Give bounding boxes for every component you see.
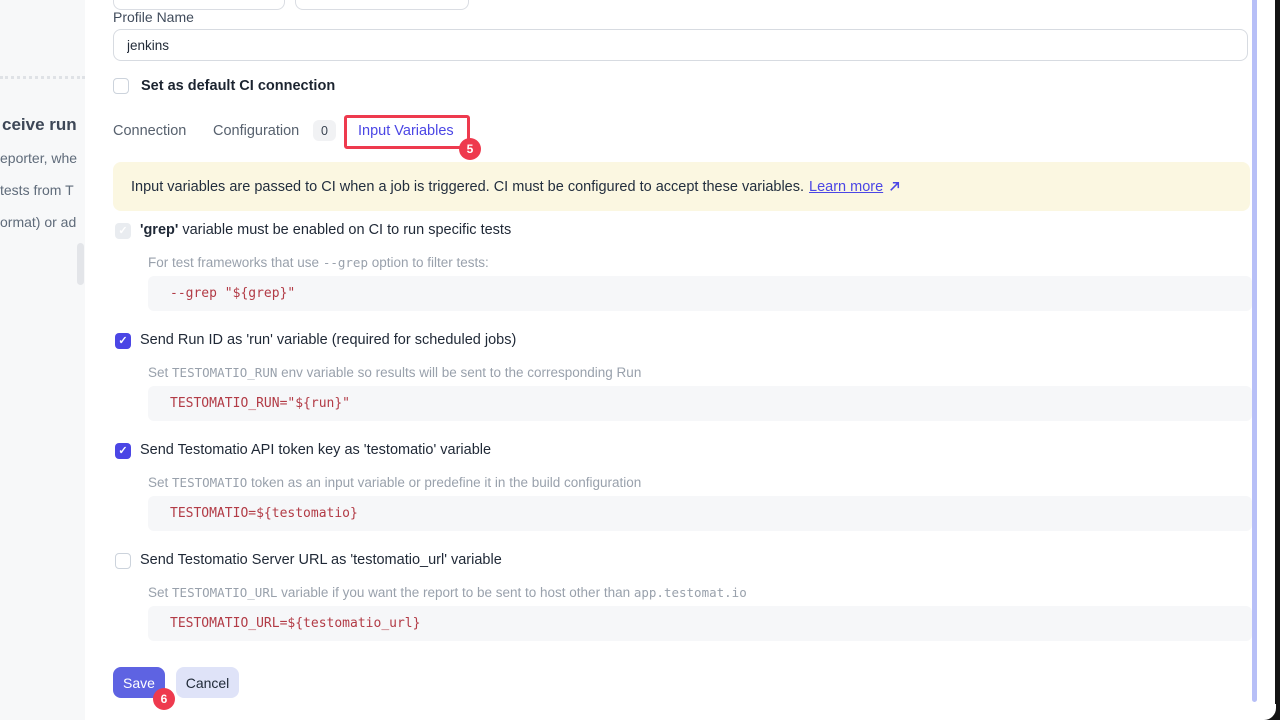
variable-code-snippet: TESTOMATIO=${testomatio}: [148, 496, 1252, 531]
variable-description: Set TESTOMATIO token as an input variabl…: [148, 475, 641, 490]
default-ci-checkbox[interactable]: [113, 78, 129, 94]
input-variable-section: 'grep' variable must be enabled on CI to…: [113, 222, 1252, 311]
background-text-line: eporter, whe: [0, 150, 77, 166]
background-text-line: ormat) or ad: [0, 214, 76, 230]
variable-label: 'grep' variable must be enabled on CI to…: [140, 222, 511, 238]
variable-label: Send Run ID as 'run' variable (required …: [140, 332, 516, 348]
input-variable-section: Send Testomatio Server URL as 'testomati…: [113, 552, 1252, 641]
variable-code-snippet: TESTOMATIO_RUN="${run}": [148, 386, 1252, 421]
variable-checkbox[interactable]: [115, 333, 131, 349]
info-banner: Input variables are passed to CI when a …: [113, 162, 1250, 211]
variable-label: Send Testomatio API token key as 'testom…: [140, 442, 491, 458]
panel-edge-scroll-line[interactable]: [1252, 0, 1257, 702]
external-link-icon: [888, 180, 901, 193]
configuration-count-badge: 0: [313, 120, 336, 141]
variable-checkbox[interactable]: [115, 223, 131, 239]
variable-checkbox[interactable]: [115, 443, 131, 459]
profile-name-input[interactable]: [113, 29, 1248, 61]
info-banner-text: Input variables are passed to CI when a …: [131, 179, 804, 195]
variable-code-snippet: --grep "${grep}": [148, 276, 1252, 311]
cropped-input-field[interactable]: [295, 0, 469, 10]
variable-code-snippet: TESTOMATIO_URL=${testomatio_url}: [148, 606, 1252, 641]
input-variable-section: Send Run ID as 'run' variable (required …: [113, 332, 1252, 421]
tab-connection[interactable]: Connection: [113, 123, 186, 139]
default-ci-checkbox-label: Set as default CI connection: [141, 78, 335, 94]
variable-label: Send Testomatio Server URL as 'testomati…: [140, 552, 502, 568]
background-heading-fragment: ceive run: [2, 115, 77, 135]
background-page: ceive run eporter, whe tests from T orma…: [0, 0, 85, 720]
tab-configuration[interactable]: Configuration: [213, 123, 299, 139]
dotted-divider: [0, 76, 85, 79]
variable-description: Set TESTOMATIO_URL variable if you want …: [148, 585, 747, 600]
scrollbar-thumb[interactable]: [77, 243, 84, 285]
default-ci-checkbox-row[interactable]: Set as default CI connection: [113, 78, 335, 94]
ci-connection-panel: Profile Name Set as default CI connectio…: [85, 0, 1253, 720]
annotation-step-badge: 6: [153, 688, 175, 710]
profile-name-label: Profile Name: [113, 9, 194, 25]
variable-description: Set TESTOMATIO_RUN env variable so resul…: [148, 365, 641, 380]
learn-more-link[interactable]: Learn more: [809, 179, 883, 195]
annotation-highlight-box: [344, 115, 470, 149]
input-variables-list: 'grep' variable must be enabled on CI to…: [113, 222, 1252, 662]
variable-description: For test frameworks that use --grep opti…: [148, 255, 489, 270]
screen-edge: [1275, 0, 1280, 720]
input-variable-section: Send Testomatio API token key as 'testom…: [113, 442, 1252, 531]
annotation-step-badge: 5: [459, 138, 481, 160]
background-text-line: tests from T: [0, 182, 74, 198]
variable-checkbox[interactable]: [115, 553, 131, 569]
cancel-button[interactable]: Cancel: [176, 667, 239, 698]
